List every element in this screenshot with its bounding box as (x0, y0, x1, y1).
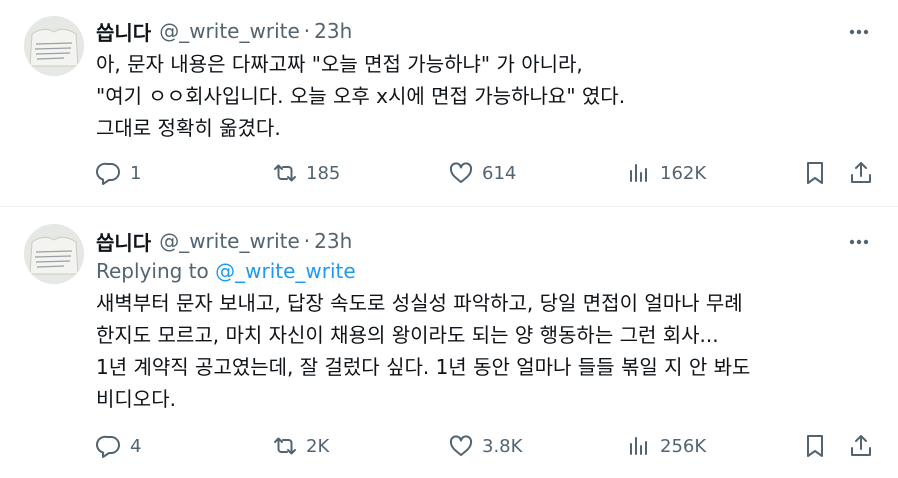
reply-button[interactable]: 4 (96, 429, 141, 463)
avatar[interactable] (24, 224, 84, 284)
views-icon (626, 433, 652, 459)
like-count: 3.8K (482, 435, 523, 457)
retweet-count: 2K (306, 435, 330, 457)
reply-count: 4 (130, 435, 142, 457)
separator: · (303, 19, 311, 43)
retweet-count: 185 (306, 162, 341, 184)
timestamp[interactable]: 23h (314, 229, 352, 253)
like-count: 614 (482, 162, 517, 184)
like-icon (448, 160, 474, 186)
tweet-text: 새벽부터 문자 보내고, 답장 속도로 성실성 파악하고, 당일 면접이 얼마나… (96, 287, 876, 415)
share-button[interactable] (848, 156, 874, 190)
reply-count: 1 (130, 162, 142, 184)
tweet-text-line: 그대로 정확히 옮겼다. (96, 116, 281, 140)
author-name[interactable]: 씁니다 (96, 17, 151, 46)
reply-icon (96, 433, 122, 459)
tweet-text-line: 한지도 모르고, 마치 자신이 채용의 왕이라도 되는 양 행동하는 그런 회사… (96, 323, 719, 347)
action-bar: 1 185 614 162K (96, 156, 876, 190)
more-icon[interactable] (846, 229, 872, 255)
tweet-text-line: 새벽부터 문자 보내고, 답장 속도로 성실성 파악하고, 당일 면접이 얼마나… (96, 291, 743, 315)
views-icon (626, 160, 652, 186)
like-icon (448, 433, 474, 459)
tweet-header: 씁니다 @_write_write · 23h (96, 227, 352, 255)
replying-to: Replying to @_write_write (96, 259, 356, 283)
tweet-text-line: 아, 문자 내용은 다짜고짜 "오늘 면접 가능하냐" 가 아니라, (96, 52, 583, 76)
bookmark-icon (802, 433, 828, 459)
view-count: 162K (660, 162, 707, 184)
reply-button[interactable]: 1 (96, 156, 141, 190)
replying-to-label: Replying to (96, 259, 209, 283)
tweet-text: 아, 문자 내용은 다짜고짜 "오늘 면접 가능하냐" 가 아니라, "여기 ㅇ… (96, 48, 876, 144)
retweet-icon (272, 433, 298, 459)
like-button[interactable]: 614 (448, 156, 516, 190)
tweet-header: 씁니다 @_write_write · 23h (96, 17, 352, 45)
more-icon[interactable] (846, 19, 872, 45)
timestamp[interactable]: 23h (314, 19, 352, 43)
share-icon (848, 160, 874, 186)
tweet-text-line: 비디오다. (96, 387, 176, 411)
views-button[interactable]: 256K (626, 429, 706, 463)
tweet[interactable]: 씁니다 @_write_write · 23h 아, 문자 내용은 다짜고짜 "… (0, 0, 898, 207)
separator: · (303, 229, 311, 253)
like-button[interactable]: 3.8K (448, 429, 522, 463)
share-icon (848, 433, 874, 459)
views-button[interactable]: 162K (626, 156, 706, 190)
retweet-button[interactable]: 185 (272, 156, 340, 190)
author-handle[interactable]: @_write_write (159, 229, 300, 253)
author-handle[interactable]: @_write_write (159, 19, 300, 43)
bookmark-button[interactable] (802, 156, 828, 190)
bookmark-icon (802, 160, 828, 186)
tweet-text-line: "여기 ㅇㅇ회사입니다. 오늘 오후 x시에 면접 가능하나요" 였다. (96, 84, 626, 108)
retweet-button[interactable]: 2K (272, 429, 329, 463)
view-count: 256K (660, 435, 707, 457)
reply-icon (96, 160, 122, 186)
action-bar: 4 2K 3.8K 256K (96, 429, 876, 463)
tweet-text-line: 1년 계약직 공고였는데, 잘 걸렀다 싶다. 1년 동안 얼마나 들들 볶일 … (96, 355, 751, 379)
retweet-icon (272, 160, 298, 186)
replying-to-handle-link[interactable]: @_write_write (215, 259, 356, 283)
share-button[interactable] (848, 429, 874, 463)
author-name[interactable]: 씁니다 (96, 227, 151, 256)
bookmark-button[interactable] (802, 429, 828, 463)
avatar[interactable] (24, 16, 84, 76)
tweet[interactable]: 씁니다 @_write_write · 23h Replying to @_wr… (0, 207, 898, 478)
